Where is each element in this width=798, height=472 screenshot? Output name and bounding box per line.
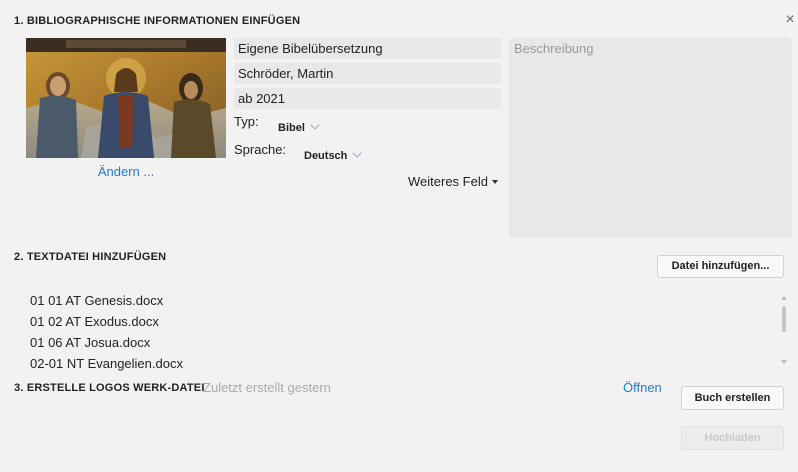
date-field[interactable]: ab 2021	[234, 88, 501, 109]
file-list-item[interactable]: 01 06 AT Josua.docx	[30, 332, 150, 353]
section-1-title: 1. BIBLIOGRAPHISCHE INFORMATIONEN EINFÜG…	[14, 15, 301, 27]
scroll-down-icon[interactable]	[781, 360, 787, 364]
cover-image	[26, 38, 226, 158]
scroll-up-icon[interactable]	[781, 296, 787, 300]
cover-image-icon	[26, 38, 226, 158]
section-3-title: 3. ERSTELLE LOGOS WERK-DATEI	[14, 382, 205, 394]
upload-button[interactable]: Hochladen	[681, 426, 784, 450]
description-field[interactable]: Beschreibung	[509, 38, 792, 238]
scrollbar-thumb[interactable]	[782, 306, 786, 332]
type-select-value: Bibel	[278, 122, 305, 134]
file-list-item[interactable]: 01 01 AT Genesis.docx	[30, 290, 163, 311]
author-field[interactable]: Schröder, Martin	[234, 63, 501, 84]
last-created-status: Zuletzt erstellt gestern	[203, 380, 331, 395]
file-list-item[interactable]: 01 02 AT Exodus.docx	[30, 311, 159, 332]
caret-down-icon	[491, 180, 498, 184]
file-list-scrollbar[interactable]	[780, 294, 790, 366]
section-2-title: 2. TEXTDATEI HINZUFÜGEN	[14, 251, 167, 263]
type-label: Typ:	[234, 114, 259, 129]
file-list-item[interactable]: 02-01 NT Evangelien.docx	[30, 353, 183, 374]
chevron-down-icon	[310, 120, 320, 130]
create-book-button[interactable]: Buch erstellen	[681, 386, 784, 410]
more-field-label: Weiteres Feld	[408, 174, 488, 189]
open-link[interactable]: Öffnen	[623, 380, 662, 395]
chevron-down-icon	[352, 148, 362, 158]
type-select[interactable]: Bibel	[278, 118, 320, 136]
add-file-button[interactable]: Datei hinzufügen...	[657, 255, 784, 278]
title-field[interactable]: Eigene Bibelübersetzung	[234, 38, 501, 59]
language-select[interactable]: Deutsch	[304, 146, 362, 164]
language-label: Sprache:	[234, 142, 287, 157]
language-select-value: Deutsch	[304, 150, 348, 162]
more-field-menu[interactable]: Weiteres Feld	[408, 174, 498, 189]
close-icon[interactable]: ×	[782, 12, 798, 28]
change-cover-link[interactable]: Ändern ...	[26, 164, 226, 179]
